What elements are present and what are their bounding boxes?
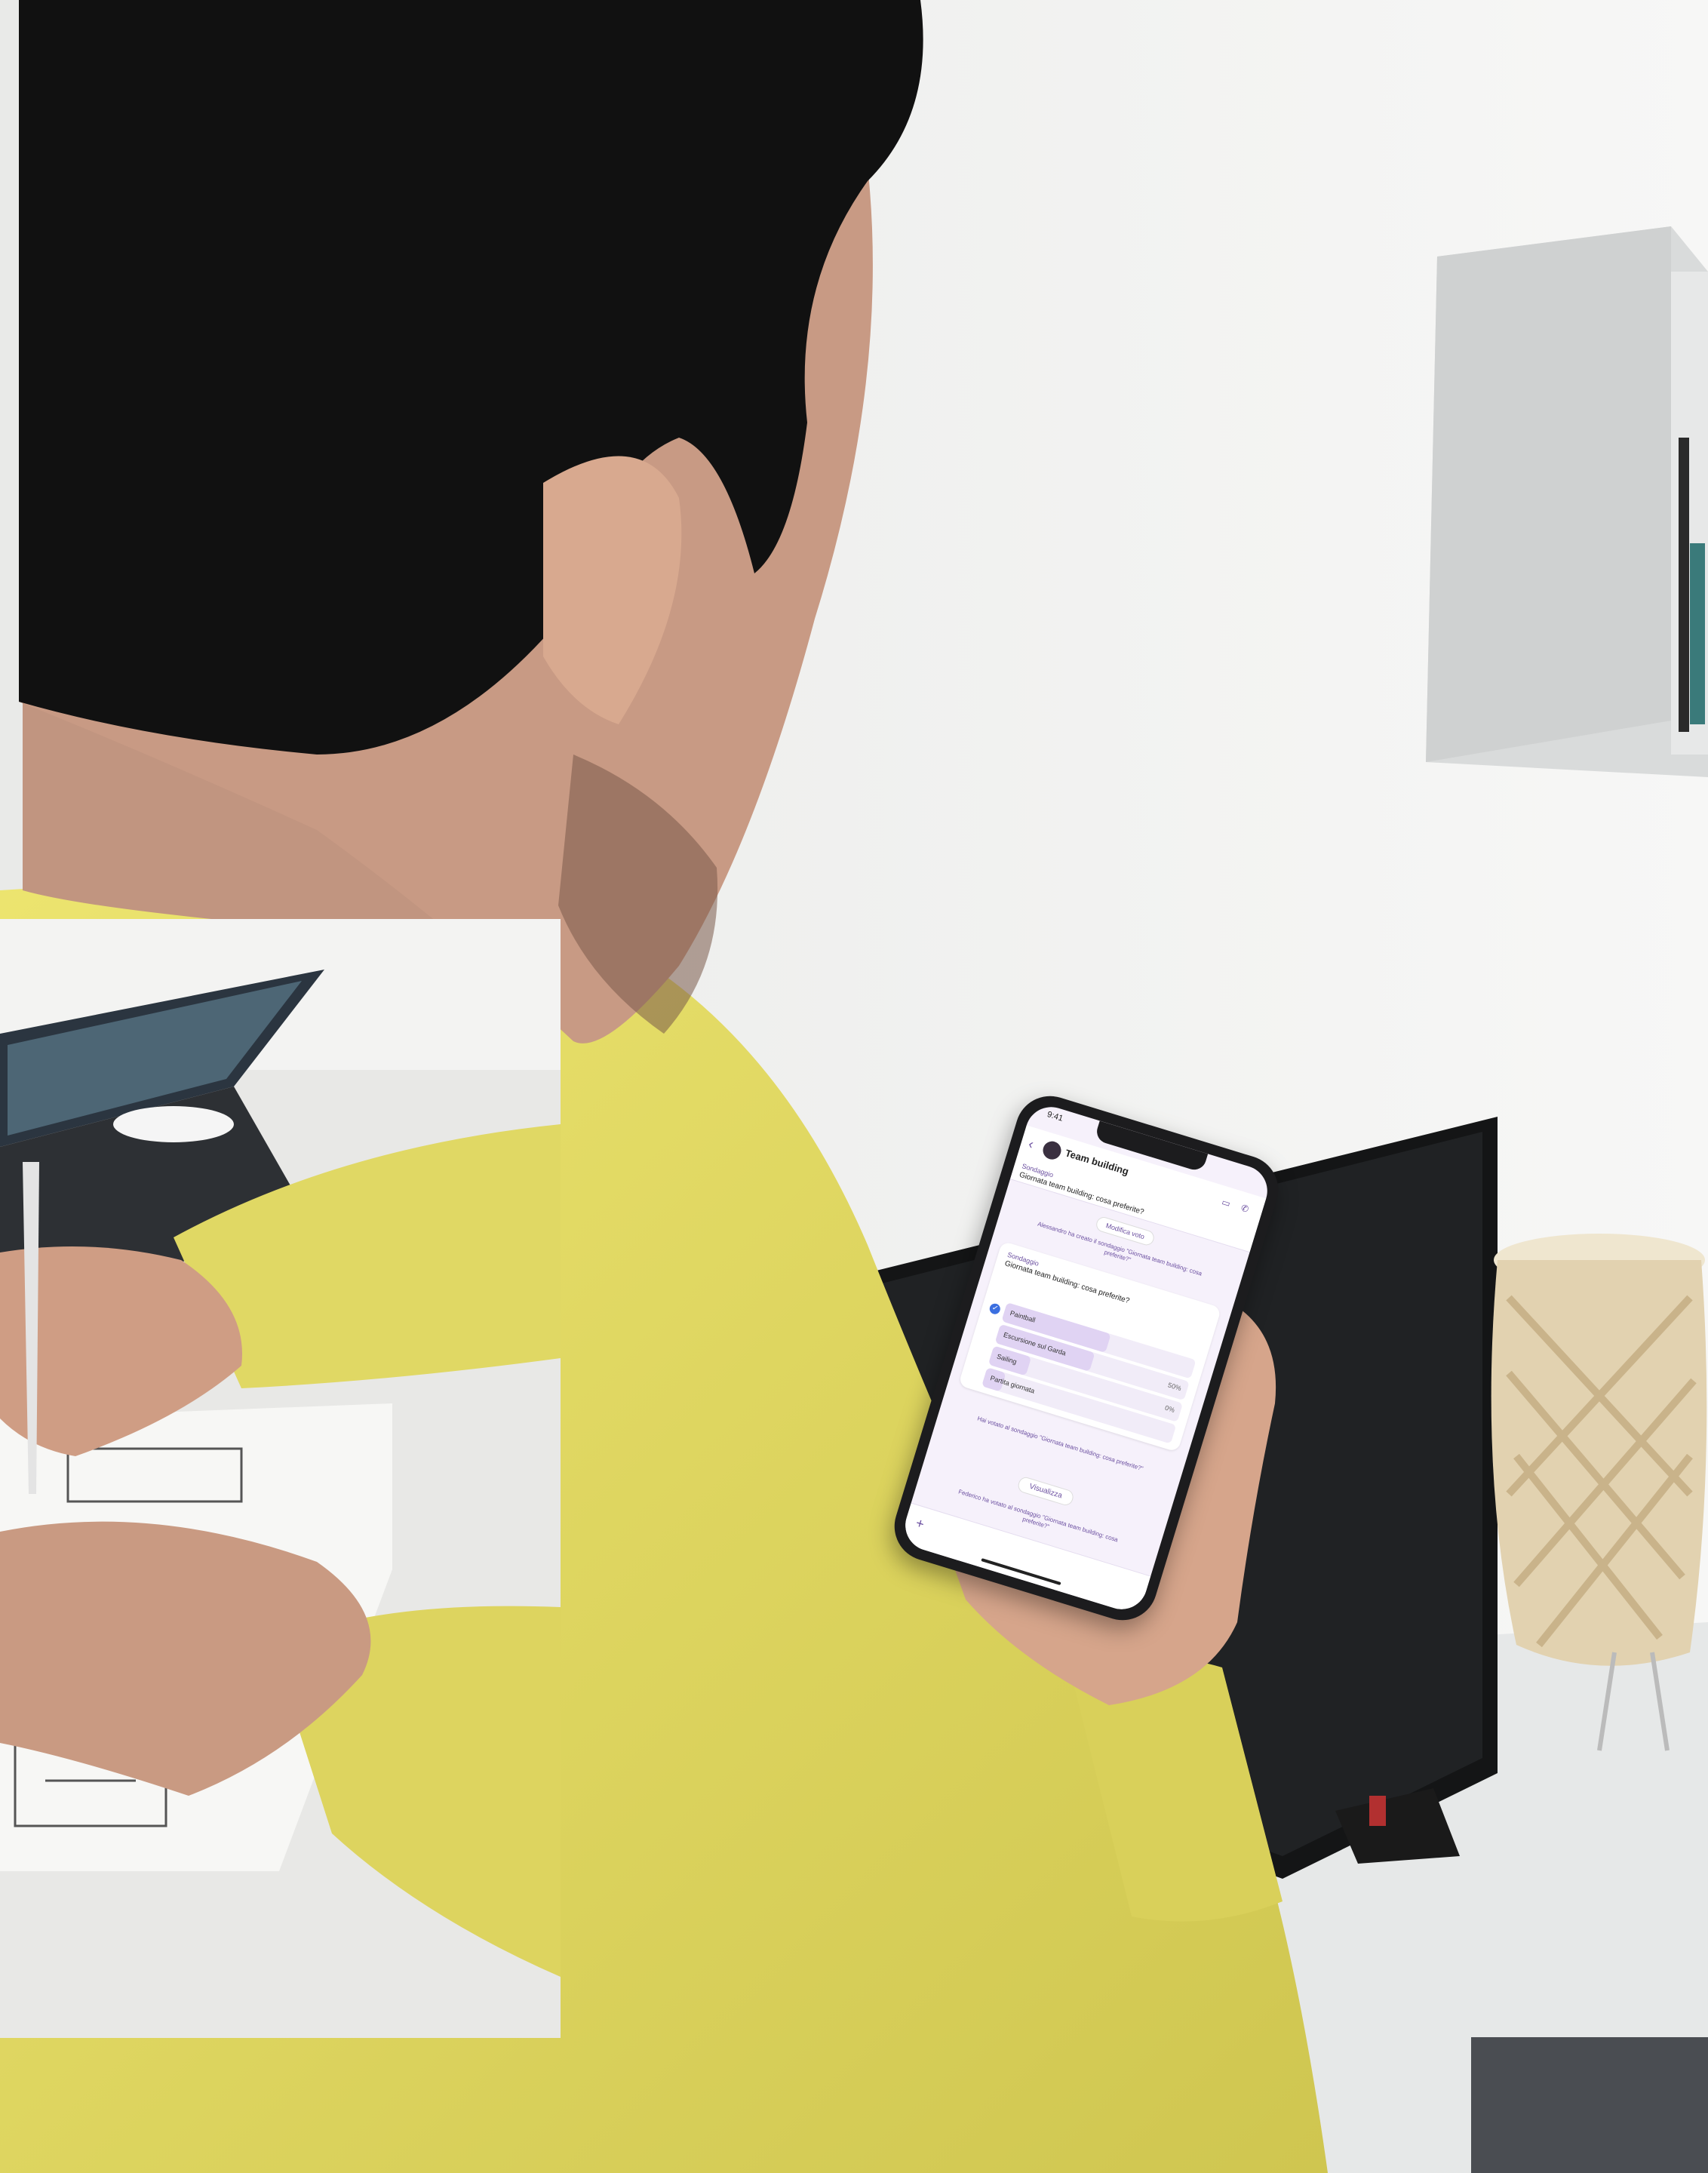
video-call-icon[interactable]: ▭ ✆ — [1221, 1197, 1255, 1216]
sideboard-front — [1471, 2037, 1708, 2173]
scene-illustration — [0, 0, 1708, 2173]
plus-icon[interactable]: + — [914, 1515, 926, 1532]
check-icon: ✓ — [988, 1302, 1002, 1316]
wall-shelf — [1426, 226, 1708, 777]
group-avatar[interactable] — [1040, 1139, 1064, 1162]
group-name[interactable]: Team building — [1064, 1147, 1130, 1177]
poll-option-percent: 50% — [1166, 1381, 1183, 1393]
pinned-poll-question[interactable]: Giornata team building: cosa preferite? — [1018, 1171, 1145, 1217]
back-chevron-icon[interactable]: ‹ — [1027, 1136, 1036, 1153]
inset-photo-sketching — [0, 919, 561, 2038]
view-votes-button[interactable]: Visualizza — [1016, 1475, 1075, 1508]
photo-scene: 9:41 ‹ Team building ▭ ✆ Sondaggio Giorn… — [0, 0, 1708, 2173]
status-time: 9:41 — [1046, 1110, 1064, 1123]
home-indicator — [981, 1558, 1061, 1586]
poll-option-percent: 0% — [1163, 1403, 1176, 1414]
